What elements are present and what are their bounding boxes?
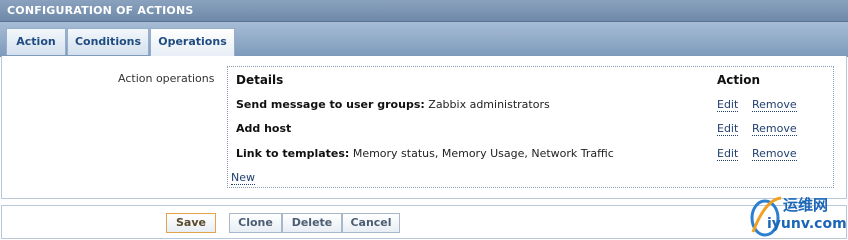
operation-details: Zabbix administrators [424,98,550,111]
edit-operation-link[interactable]: Edit [717,99,739,112]
action-operations-label: Action operations [118,72,215,85]
tab-bar: Action Conditions Operations [0,22,848,57]
edit-operation-link[interactable]: Edit [717,123,739,136]
operation-details: Memory status, Memory Usage, Network Tra… [349,147,614,160]
remove-operation-link[interactable]: Remove [752,99,797,112]
operation-row: Send message to user groups: Zabbix admi… [236,98,550,111]
form-title-bar: CONFIGURATION OF ACTIONS [0,0,848,22]
clone-button[interactable]: Clone [229,213,282,233]
site-watermark: 运维网 iyunv.com [745,190,847,238]
watermark-cn-text: 运维网 [783,196,829,214]
tab-action[interactable]: Action [6,28,66,55]
operations-table: Details Action Send message to user grou… [227,66,834,188]
remove-operation-link[interactable]: Remove [752,123,797,136]
form-footer: Save Clone Delete Cancel [1,205,847,239]
remove-operation-link[interactable]: Remove [752,148,797,161]
operation-type: Add host [236,122,292,135]
save-button[interactable]: Save [166,213,216,233]
operation-type: Link to templates: [236,147,350,160]
operation-row: Add host [236,122,291,135]
form-title: CONFIGURATION OF ACTIONS [7,4,194,17]
operation-row: Link to templates: Memory status, Memory… [236,147,614,160]
action-column-header: Action [717,73,761,87]
operation-type: Send message to user groups: [236,98,425,111]
details-column-header: Details [236,73,284,87]
tab-conditions[interactable]: Conditions [67,28,149,55]
new-operation-link[interactable]: New [231,172,255,185]
delete-button[interactable]: Delete [282,213,342,233]
tab-operations[interactable]: Operations [150,28,235,56]
cancel-button[interactable]: Cancel [342,213,400,233]
edit-operation-link[interactable]: Edit [717,148,739,161]
watermark-domain-text: iyunv.com [767,216,847,232]
